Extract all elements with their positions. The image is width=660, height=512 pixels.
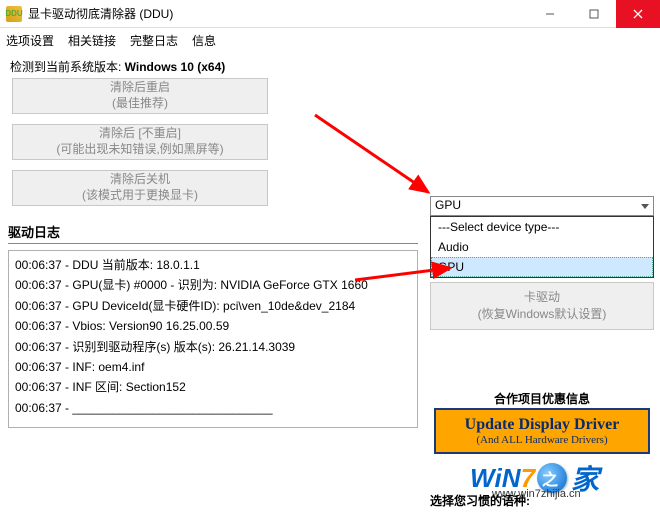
ad-title: 合作项目优惠信息	[430, 390, 654, 407]
log-title: 驱动日志	[8, 222, 418, 241]
device-select-area: GPU ---Select device type--- Audio GPU	[430, 196, 654, 278]
ad-line1: Update Display Driver	[465, 416, 620, 434]
log-line: 00:06:37 - _____________________________…	[15, 398, 411, 418]
clean-shutdown-sub: (该模式用于更换显卡)	[82, 188, 198, 204]
action-buttons: 清除后重启 (最佳推荐) 清除后 [不重启] (可能出现未知错误,例如黑屏等) …	[12, 78, 268, 216]
log-line: 00:06:37 - DDU 当前版本: 18.0.1.1	[15, 255, 411, 275]
window-title: 显卡驱动彻底清除器 (DDU)	[28, 5, 528, 22]
language-label: 选择您习惯的语种:	[430, 492, 530, 509]
log-box[interactable]: 00:06:37 - DDU 当前版本: 18.0.1.1 00:06:37 -…	[8, 250, 418, 428]
system-version-value: Windows 10 (x64)	[125, 60, 226, 74]
minimize-button[interactable]	[528, 0, 572, 28]
dropdown-option-audio[interactable]: Audio	[431, 237, 653, 257]
log-line: 00:06:37 - INF 区间: Section152	[15, 377, 411, 397]
restore-default-label: 卡驱动	[524, 289, 560, 306]
clean-restart-button[interactable]: 清除后重启 (最佳推荐)	[12, 78, 268, 114]
clean-restart-sub: (最佳推荐)	[112, 96, 168, 112]
clean-shutdown-label: 清除后关机	[110, 172, 170, 188]
log-line: 00:06:37 - 识别到驱动程序(s) 版本(s): 26.21.14.30…	[15, 337, 411, 357]
annotation-arrow-1	[310, 110, 450, 213]
dropdown-option-gpu[interactable]: GPU	[431, 257, 653, 277]
menu-options[interactable]: 选项设置	[6, 32, 54, 49]
clean-shutdown-button[interactable]: 清除后关机 (该模式用于更换显卡)	[12, 170, 268, 206]
log-divider	[8, 243, 418, 244]
system-version-label: 检测到当前系统版本:	[10, 60, 125, 74]
menu-info[interactable]: 信息	[192, 32, 216, 49]
log-line: 00:06:37 - Vbios: Version90 16.25.00.59	[15, 316, 411, 336]
titlebar: DDU 显卡驱动彻底清除器 (DDU)	[0, 0, 660, 28]
log-line: 00:06:37 - INF: oem4.inf	[15, 357, 411, 377]
log-section: 驱动日志 00:06:37 - DDU 当前版本: 18.0.1.1 00:06…	[8, 222, 418, 428]
log-line: 00:06:37 - GPU DeviceId(显卡硬件ID): pci\ven…	[15, 296, 411, 316]
dropdown-option-placeholder[interactable]: ---Select device type---	[431, 217, 653, 237]
ad-line2: (And ALL Hardware Drivers)	[476, 434, 607, 446]
close-button[interactable]	[616, 0, 660, 28]
device-type-selected: GPU	[435, 198, 461, 212]
app-icon: DDU	[6, 6, 22, 22]
clean-no-restart-label: 清除后 [不重启]	[99, 126, 181, 142]
device-type-select[interactable]: GPU	[430, 196, 654, 216]
menu-log[interactable]: 完整日志	[130, 32, 178, 49]
maximize-button[interactable]	[572, 0, 616, 28]
clean-restart-label: 清除后重启	[110, 80, 170, 96]
menubar: 选项设置 相关链接 完整日志 信息	[0, 28, 660, 52]
clean-no-restart-sub: (可能出现未知错误,例如黑屏等)	[56, 142, 223, 158]
device-type-dropdown: ---Select device type--- Audio GPU	[430, 216, 654, 278]
update-driver-ad[interactable]: Update Display Driver (And ALL Hardware …	[434, 408, 650, 454]
clean-no-restart-button[interactable]: 清除后 [不重启] (可能出现未知错误,例如黑屏等)	[12, 124, 268, 160]
log-line: 00:06:37 - GPU(显卡) #0000 - 识别为: NVIDIA G…	[15, 275, 411, 295]
restore-default-sub: (恢复Windows默认设置)	[478, 306, 607, 323]
restore-default-button[interactable]: 卡驱动 (恢复Windows默认设置)	[430, 282, 654, 330]
menu-links[interactable]: 相关链接	[68, 32, 116, 49]
watermark-w: W	[470, 463, 495, 494]
window-buttons	[528, 0, 660, 28]
